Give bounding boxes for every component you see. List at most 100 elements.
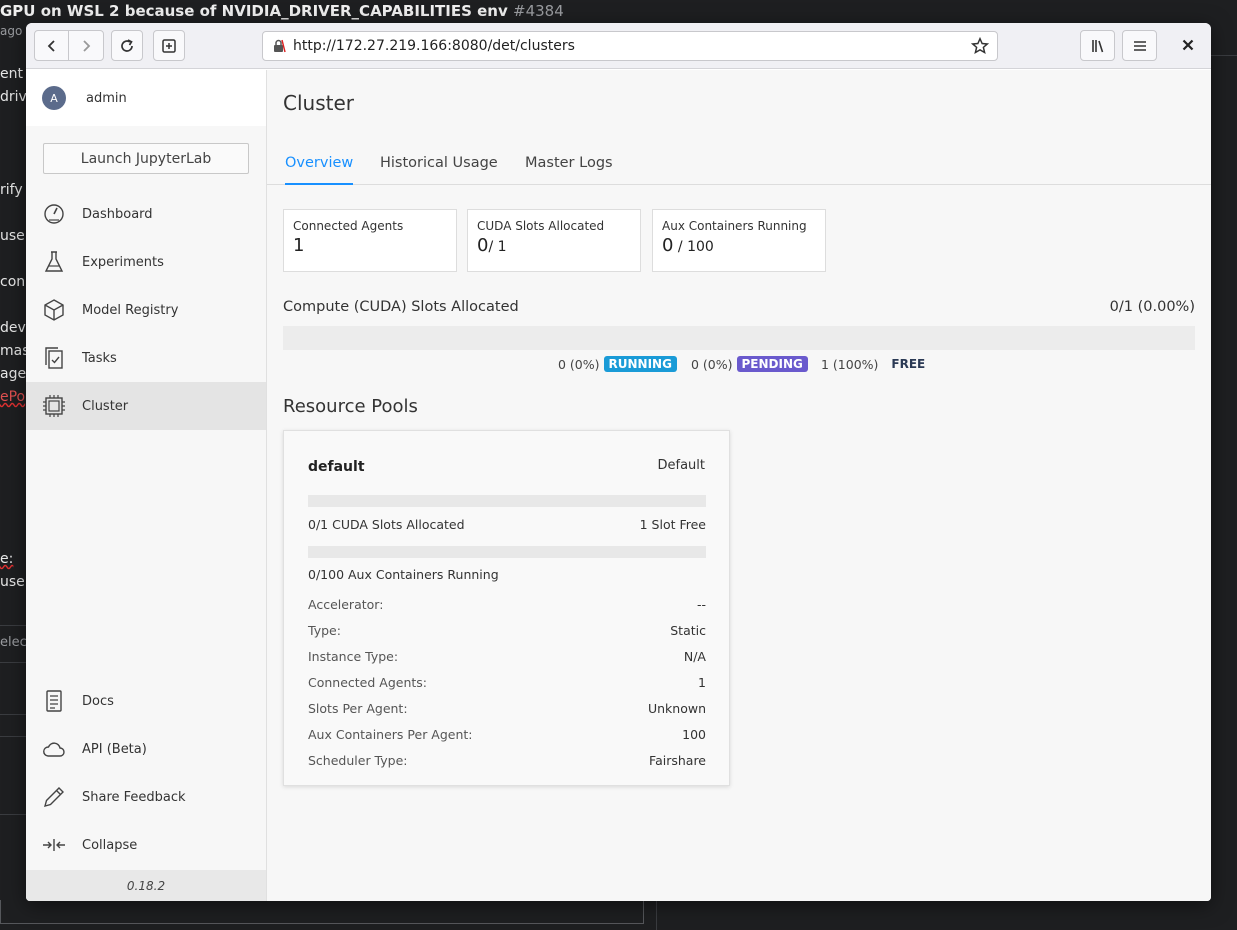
sidebar-item-label: Share Feedback bbox=[82, 789, 186, 805]
stat-label: Connected Agents bbox=[293, 219, 404, 233]
pool-aux-containers-bar bbox=[308, 546, 706, 558]
tab-overview[interactable]: Overview bbox=[285, 155, 354, 185]
pool-name: default bbox=[308, 459, 365, 475]
flask-icon bbox=[42, 250, 66, 274]
background-divider bbox=[0, 814, 26, 815]
stat-label: CUDA Slots Allocated bbox=[477, 219, 605, 233]
sidebar-item-cluster[interactable]: Cluster bbox=[26, 382, 266, 430]
sidebar-item-dashboard[interactable]: Dashboard bbox=[26, 190, 266, 238]
pool-detail-row: Instance Type: N/A bbox=[308, 649, 706, 664]
background-text: e: bbox=[0, 551, 14, 567]
collapse-icon bbox=[42, 833, 66, 857]
compute-slots-bar bbox=[283, 326, 1195, 350]
page-title: Cluster bbox=[283, 91, 354, 115]
tab-bar: Overview Historical Usage Master Logs bbox=[267, 148, 1211, 185]
stat-label: Aux Containers Running bbox=[662, 219, 807, 233]
sidebar-item-share-feedback[interactable]: Share Feedback bbox=[26, 773, 266, 821]
sidebar-item-label: Collapse bbox=[82, 837, 138, 853]
free-badge: FREE bbox=[891, 357, 926, 371]
pool-detail-row: Accelerator: -- bbox=[308, 597, 706, 612]
version-label: 0.18.2 bbox=[26, 870, 266, 901]
background-text: age bbox=[0, 366, 27, 382]
url-bar[interactable]: http://172.27.219.166:8080/det/clusters bbox=[262, 31, 998, 61]
pencil-icon bbox=[42, 785, 66, 809]
reload-icon bbox=[121, 38, 133, 52]
hamburger-menu-icon bbox=[1133, 40, 1146, 51]
legend-pending: 0 (0%) PENDING bbox=[691, 356, 808, 372]
sidebar-item-collapse[interactable]: Collapse bbox=[26, 821, 266, 869]
tab-historical-usage[interactable]: Historical Usage bbox=[380, 155, 498, 185]
sidebar-item-docs[interactable]: Docs bbox=[26, 677, 266, 725]
back-arrow-icon bbox=[47, 39, 55, 52]
stat-card-cuda-slots: CUDA Slots Allocated 0/ 1 bbox=[467, 209, 641, 272]
resource-pools-title: Resource Pools bbox=[283, 396, 418, 417]
sidebar-item-experiments[interactable]: Experiments bbox=[26, 238, 266, 286]
dashboard-icon bbox=[42, 202, 66, 226]
browser-window: http://172.27.219.166:8080/det/clusters … bbox=[26, 23, 1211, 901]
stat-value: 0/ 1 bbox=[477, 235, 507, 256]
background-divider bbox=[1211, 55, 1237, 56]
browser-toolbar: http://172.27.219.166:8080/det/clusters bbox=[26, 23, 1211, 69]
reload-button[interactable] bbox=[111, 30, 143, 61]
stat-value: 1 bbox=[293, 235, 305, 256]
pool-cuda-allocated: 0/1 CUDA Slots Allocated bbox=[308, 517, 465, 532]
background-divider bbox=[0, 625, 26, 626]
background-issue-title: GPU on WSL 2 because of NVIDIA_DRIVER_CA… bbox=[0, 2, 564, 20]
library-icon bbox=[1091, 39, 1103, 52]
running-count: 0 (0%) bbox=[558, 356, 600, 372]
sidebar-item-model-registry[interactable]: Model Registry bbox=[26, 286, 266, 334]
pool-aux-containers-line: 0/100 Aux Containers Running bbox=[308, 567, 706, 582]
sidebar-item-api[interactable]: API (Beta) bbox=[26, 725, 266, 773]
background-text: ent bbox=[0, 66, 23, 82]
background-divider bbox=[656, 900, 657, 930]
sidebar-item-tasks[interactable]: Tasks bbox=[26, 334, 266, 382]
sidebar-item-label: Dashboard bbox=[82, 206, 153, 222]
pool-detail-row: Slots Per Agent: Unknown bbox=[308, 701, 706, 716]
username[interactable]: admin bbox=[86, 91, 127, 106]
cluster-icon bbox=[42, 394, 66, 418]
library-button[interactable] bbox=[1080, 30, 1115, 61]
forward-arrow-icon bbox=[83, 39, 91, 52]
main-content: Cluster Overview Historical Usage Master… bbox=[267, 70, 1211, 901]
forward-button[interactable] bbox=[69, 31, 103, 60]
bookmark-star-icon[interactable] bbox=[971, 37, 989, 55]
compute-slots-title: Compute (CUDA) Slots Allocated bbox=[283, 299, 519, 315]
free-count: 1 (100%) bbox=[821, 356, 879, 372]
pool-detail-row: Connected Agents: 1 bbox=[308, 675, 706, 690]
background-text: rify bbox=[0, 182, 23, 198]
cube-icon bbox=[42, 298, 66, 322]
pending-count: 0 (0%) bbox=[691, 356, 733, 372]
cloud-icon bbox=[42, 737, 66, 761]
pool-detail-row: Aux Containers Per Agent: 100 bbox=[308, 727, 706, 742]
pool-aux-running: 0/100 Aux Containers Running bbox=[308, 567, 499, 582]
pool-cuda-slots-line: 0/1 CUDA Slots Allocated 1 Slot Free bbox=[308, 517, 706, 532]
stat-card-connected-agents: Connected Agents 1 bbox=[283, 209, 457, 272]
background-divider bbox=[0, 714, 26, 715]
resource-pool-card[interactable]: default Default 0/1 CUDA Slots Allocated… bbox=[283, 430, 730, 786]
background-text: ago bbox=[0, 24, 23, 38]
background-text: driv bbox=[0, 89, 27, 105]
avatar[interactable]: A bbox=[42, 86, 66, 110]
tab-master-logs[interactable]: Master Logs bbox=[525, 155, 613, 185]
background-textarea bbox=[0, 900, 644, 924]
background-divider bbox=[0, 736, 26, 737]
close-window-icon[interactable] bbox=[1179, 36, 1197, 54]
sidebar-item-label: Cluster bbox=[82, 398, 129, 414]
pool-slots-free: 1 Slot Free bbox=[639, 517, 706, 532]
back-button[interactable] bbox=[35, 31, 69, 60]
launch-jupyterlab-button[interactable]: Launch JupyterLab bbox=[43, 143, 249, 174]
stat-value: 0 / 100 bbox=[662, 235, 714, 256]
menu-button[interactable] bbox=[1122, 30, 1157, 61]
pool-cuda-slots-bar bbox=[308, 495, 706, 507]
new-tab-button[interactable] bbox=[153, 30, 185, 61]
background-text: ePo bbox=[0, 389, 26, 405]
running-badge: RUNNING bbox=[603, 356, 677, 372]
user-menu[interactable]: A admin bbox=[26, 70, 266, 126]
sidebar: A admin Launch JupyterLab Dashboard Expe… bbox=[26, 70, 267, 901]
background-text: dev bbox=[0, 320, 26, 336]
url-text[interactable]: http://172.27.219.166:8080/det/clusters bbox=[293, 38, 971, 54]
plus-square-icon bbox=[162, 38, 176, 53]
sidebar-item-label: API (Beta) bbox=[82, 741, 147, 757]
insecure-lock-icon bbox=[274, 39, 286, 53]
tasks-icon bbox=[42, 346, 66, 370]
